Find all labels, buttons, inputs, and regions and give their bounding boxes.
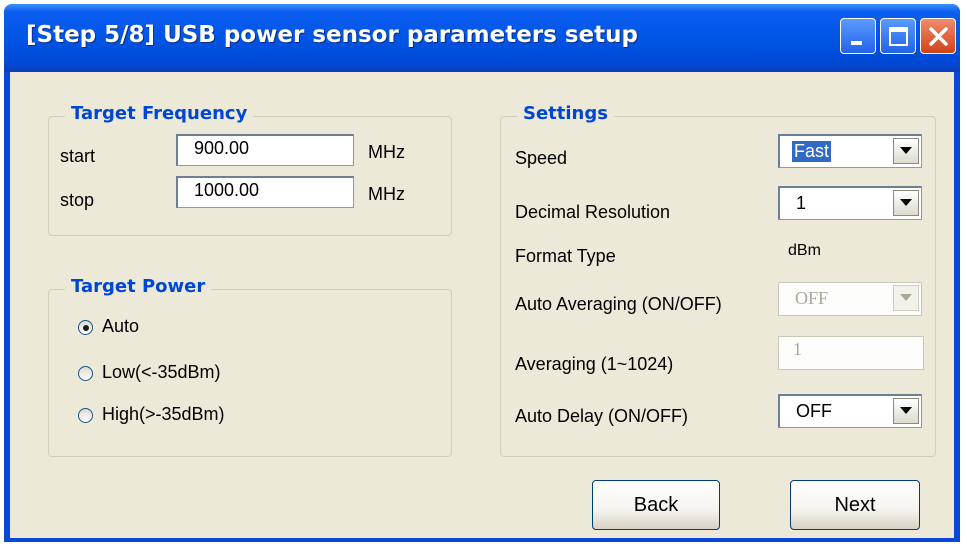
chevron-down-icon (900, 294, 912, 301)
auto-delay-label: Auto Delay (ON/OFF) (515, 406, 689, 426)
radio-high[interactable] (78, 408, 93, 423)
minimize-button[interactable] (840, 18, 876, 54)
chevron-down-icon (900, 199, 912, 206)
next-button[interactable]: Next (790, 480, 920, 530)
radio-low-label[interactable]: Low(<-35dBm) (102, 362, 221, 383)
radio-selected-dot (83, 325, 89, 331)
radio-auto[interactable] (78, 320, 93, 335)
averaging-input[interactable]: 1 (778, 336, 924, 370)
decimal-resolution-label: Decimal Resolution (515, 202, 671, 222)
format-type-value: dBm (788, 242, 821, 259)
averaging-label: Averaging (1~1024) (515, 354, 674, 374)
decimal-resolution-select[interactable]: 1 (778, 186, 922, 220)
auto-delay-dropdown-button[interactable] (893, 398, 919, 424)
auto-averaging-select[interactable]: OFF (778, 282, 922, 316)
start-frequency-input[interactable]: 900.00 (176, 134, 354, 166)
stop-label: stop (60, 190, 95, 210)
radio-low[interactable] (78, 366, 93, 381)
target-frequency-legend: Target Frequency (65, 103, 254, 124)
maximize-button[interactable] (880, 18, 916, 54)
window-title: [Step 5/8] USB power sensor parameters s… (26, 22, 638, 48)
speed-label: Speed (515, 148, 568, 168)
maximize-icon (889, 27, 908, 46)
auto-delay-select[interactable]: OFF (778, 394, 922, 428)
auto-averaging-label: Auto Averaging (ON/OFF) (515, 294, 722, 314)
speed-value: Fast (792, 141, 832, 162)
dialog-client-area: Target Frequency start 900.00 MHz stop 1… (10, 72, 954, 538)
back-button[interactable]: Back (592, 480, 720, 530)
target-power-legend: Target Power (65, 276, 212, 297)
auto-averaging-value: OFF (795, 288, 829, 308)
format-type-label: Format Type (515, 246, 616, 266)
start-label: start (60, 146, 96, 166)
radio-high-label[interactable]: High(>-35dBm) (102, 404, 225, 425)
stop-unit: MHz (368, 184, 405, 204)
minimize-icon (851, 41, 862, 45)
decimal-dropdown-button[interactable] (893, 190, 919, 216)
chevron-down-icon (900, 407, 912, 414)
close-icon (929, 27, 948, 46)
decimal-resolution-value: 1 (796, 193, 807, 213)
speed-select[interactable]: Fast (778, 134, 922, 168)
chevron-down-icon (900, 147, 912, 154)
stop-frequency-input[interactable]: 1000.00 (176, 176, 354, 208)
title-bar[interactable]: [Step 5/8] USB power sensor parameters s… (4, 4, 960, 72)
settings-legend: Settings (517, 103, 614, 124)
speed-dropdown-button[interactable] (893, 138, 919, 164)
dialog-window: [Step 5/8] USB power sensor parameters s… (4, 4, 960, 542)
close-button[interactable] (920, 18, 956, 54)
auto-averaging-dropdown-button[interactable] (893, 285, 919, 311)
radio-auto-label[interactable]: Auto (102, 316, 139, 337)
start-unit: MHz (368, 142, 405, 162)
auto-delay-value: OFF (796, 401, 832, 421)
